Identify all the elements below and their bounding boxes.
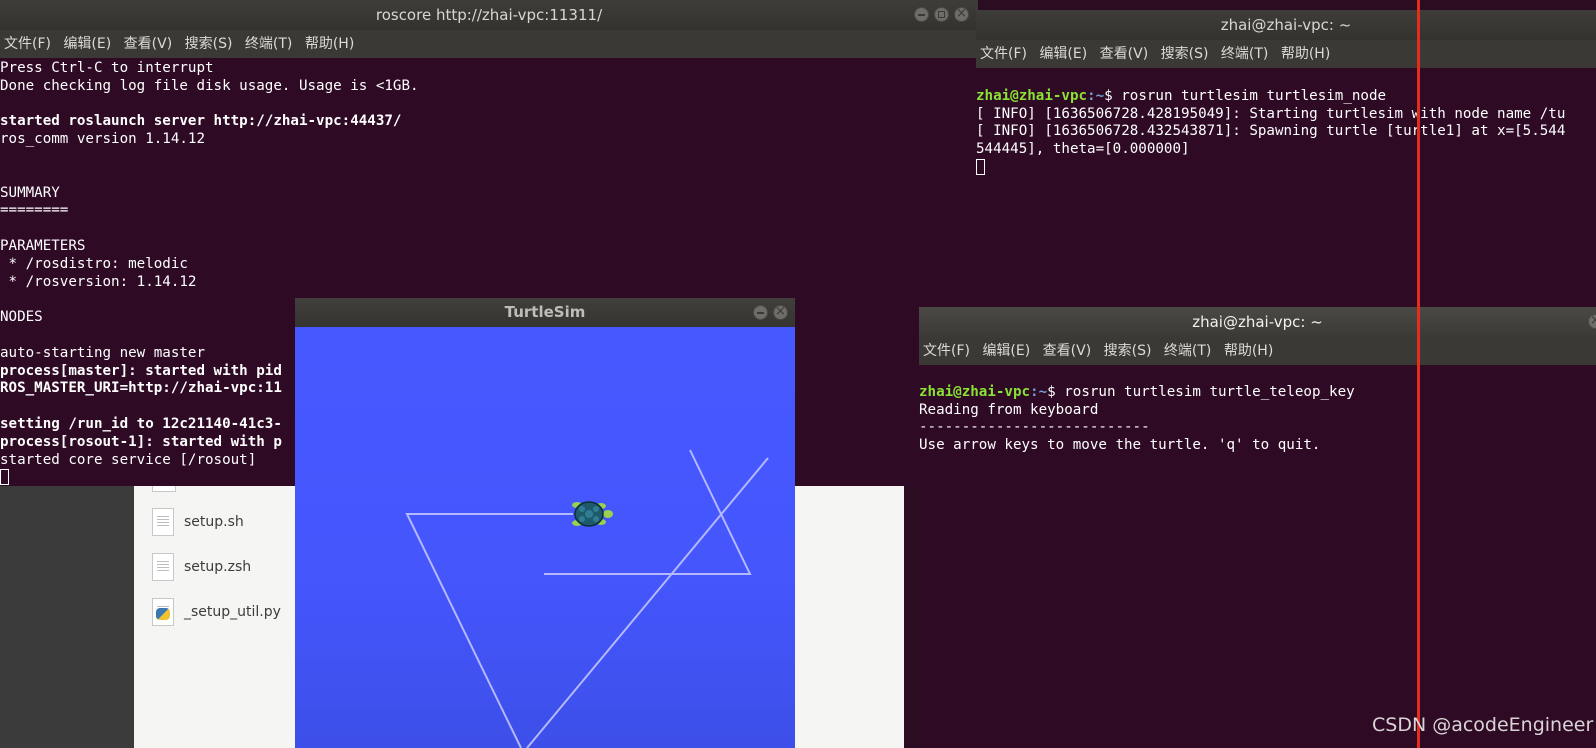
window-titlebar[interactable]: zhai@zhai-vpc: ~	[976, 10, 1596, 40]
menu-search[interactable]: 搜索(S)	[1104, 337, 1152, 365]
file-manager-sidebar	[0, 486, 134, 748]
window-title: TurtleSim	[504, 303, 586, 321]
prompt-user: zhai@zhai-vpc	[976, 87, 1088, 104]
file-name: setup.sh	[184, 514, 244, 530]
close-button[interactable]	[1588, 313, 1596, 329]
output-line: 544445], theta=[0.000000]	[976, 141, 1190, 158]
window-titlebar[interactable]: zhai@zhai-vpc: ~	[919, 307, 1596, 337]
turtlesim-node-terminal-window[interactable]: zhai@zhai-vpc: ~ 文件(F) 编辑(E) 查看(V) 搜索(S)…	[976, 10, 1596, 310]
menu-view[interactable]: 查看(V)	[1043, 337, 1092, 365]
window-title: zhai@zhai-vpc: ~	[1220, 16, 1352, 34]
python-file-icon	[152, 598, 174, 626]
turtlesim-background	[295, 327, 795, 748]
file-item-setup-util-py[interactable]: _setup_util.py	[152, 592, 281, 632]
command-text: rosrun turtlesim turtlesim_node	[1121, 87, 1387, 104]
minimize-button[interactable]	[753, 305, 768, 320]
output-line: ---------------------------	[919, 419, 1150, 436]
menu-terminal[interactable]: 终端(T)	[245, 30, 292, 58]
close-button[interactable]	[773, 304, 788, 320]
output-line: ros_comm version 1.14.12	[0, 131, 205, 148]
text-cursor	[0, 469, 9, 486]
terminal-text: zhai@zhai-vpc:~$ rosrun turtlesim turtle…	[919, 366, 1355, 491]
output-line: PARAMETERS	[0, 237, 86, 254]
terminal-text: zhai@zhai-vpc:~$ rosrun turtlesim turtle…	[976, 70, 1565, 213]
prompt-line: zhai@zhai-vpc:~$ rosrun turtlesim turtle…	[919, 384, 1355, 402]
menu-terminal[interactable]: 终端(T)	[1221, 40, 1268, 68]
menu-bar: 文件(F) 编辑(E) 查看(V) 搜索(S) 终端(T) 帮助(H)	[0, 30, 978, 58]
menu-help[interactable]: 帮助(H)	[1281, 40, 1330, 68]
menu-help[interactable]: 帮助(H)	[305, 30, 354, 58]
menu-view[interactable]: 查看(V)	[124, 30, 173, 58]
output-line: ========	[0, 202, 69, 219]
output-line: Reading from keyboard	[919, 401, 1099, 418]
terminal-output[interactable]: zhai@zhai-vpc:~$ rosrun turtlesim turtle…	[919, 365, 1596, 748]
window-title: roscore http://zhai-vpc:11311/	[375, 6, 603, 24]
menu-file[interactable]: 文件(F)	[980, 40, 1027, 68]
command-text: rosrun turtlesim turtle_teleop_key	[1064, 383, 1355, 400]
output-line: [ INFO] [1636506728.432543871]: Spawning…	[976, 123, 1566, 140]
output-line: Press Ctrl-C to interrupt	[0, 60, 214, 76]
file-item-setup-zsh[interactable]: setup.zsh	[152, 547, 251, 587]
prompt-user: zhai@zhai-vpc	[919, 383, 1031, 400]
teleop-terminal-window[interactable]: zhai@zhai-vpc: ~ 文件(F) 编辑(E) 查看(V) 搜索(S)…	[919, 307, 1596, 748]
prompt-symbol: $	[1047, 383, 1065, 400]
file-name: setup.zsh	[184, 559, 252, 575]
menu-terminal[interactable]: 终端(T)	[1164, 337, 1211, 365]
watermark: CSDN @acodeEngineer	[1372, 714, 1594, 736]
output-line: * /rosdistro: melodic	[0, 255, 188, 272]
shell-script-icon	[152, 508, 174, 536]
output-line: * /rosversion: 1.14.12	[0, 273, 197, 290]
output-line: started roslaunch server http://zhai-vpc…	[0, 113, 402, 130]
output-line: Done checking log file disk usage. Usage…	[0, 77, 419, 94]
menu-edit[interactable]: 编辑(E)	[982, 337, 1030, 365]
menu-edit[interactable]: 编辑(E)	[1039, 40, 1087, 68]
text-cursor	[976, 158, 985, 175]
file-item-setup-sh[interactable]: setup.sh	[152, 502, 244, 542]
menu-bar: 文件(F) 编辑(E) 查看(V) 搜索(S) 终端(T) 帮助(H)	[919, 337, 1596, 365]
turtlesim-canvas	[295, 327, 795, 748]
window-titlebar[interactable]: TurtleSim	[295, 298, 795, 327]
output-line: SUMMARY	[0, 184, 60, 201]
prompt-path: :~	[1030, 383, 1048, 400]
window-title: zhai@zhai-vpc: ~	[1192, 313, 1323, 331]
close-button[interactable]	[954, 6, 969, 22]
menu-edit[interactable]: 编辑(E)	[63, 30, 111, 58]
window-titlebar[interactable]: roscore http://zhai-vpc:11311/	[0, 0, 978, 30]
prompt-line: zhai@zhai-vpc:~$ rosrun turtlesim turtle…	[976, 88, 1565, 106]
output-line: [ INFO] [1636506728.428195049]: Starting…	[976, 105, 1566, 122]
minimize-button[interactable]	[914, 7, 929, 22]
menu-search[interactable]: 搜索(S)	[185, 30, 233, 58]
turtlesim-drawing	[295, 327, 795, 748]
menu-view[interactable]: 查看(V)	[1100, 40, 1149, 68]
menu-help[interactable]: 帮助(H)	[1224, 337, 1273, 365]
menu-file[interactable]: 文件(F)	[4, 30, 51, 58]
menu-search[interactable]: 搜索(S)	[1161, 40, 1209, 68]
prompt-symbol: $	[1104, 87, 1122, 104]
menu-file[interactable]: 文件(F)	[923, 337, 970, 365]
output-line: Use arrow keys to move the turtle. 'q' t…	[919, 437, 1321, 454]
file-name: _setup_util.py	[184, 604, 281, 620]
shell-script-icon	[152, 553, 174, 581]
maximize-button[interactable]	[934, 7, 949, 22]
annotation-red-line	[1417, 0, 1420, 748]
terminal-output[interactable]: zhai@zhai-vpc:~$ rosrun turtlesim turtle…	[976, 68, 1596, 310]
menu-bar: 文件(F) 编辑(E) 查看(V) 搜索(S) 终端(T) 帮助(H)	[976, 40, 1596, 68]
prompt-path: :~	[1087, 87, 1105, 104]
turtlesim-window[interactable]: TurtleSim	[295, 298, 795, 748]
